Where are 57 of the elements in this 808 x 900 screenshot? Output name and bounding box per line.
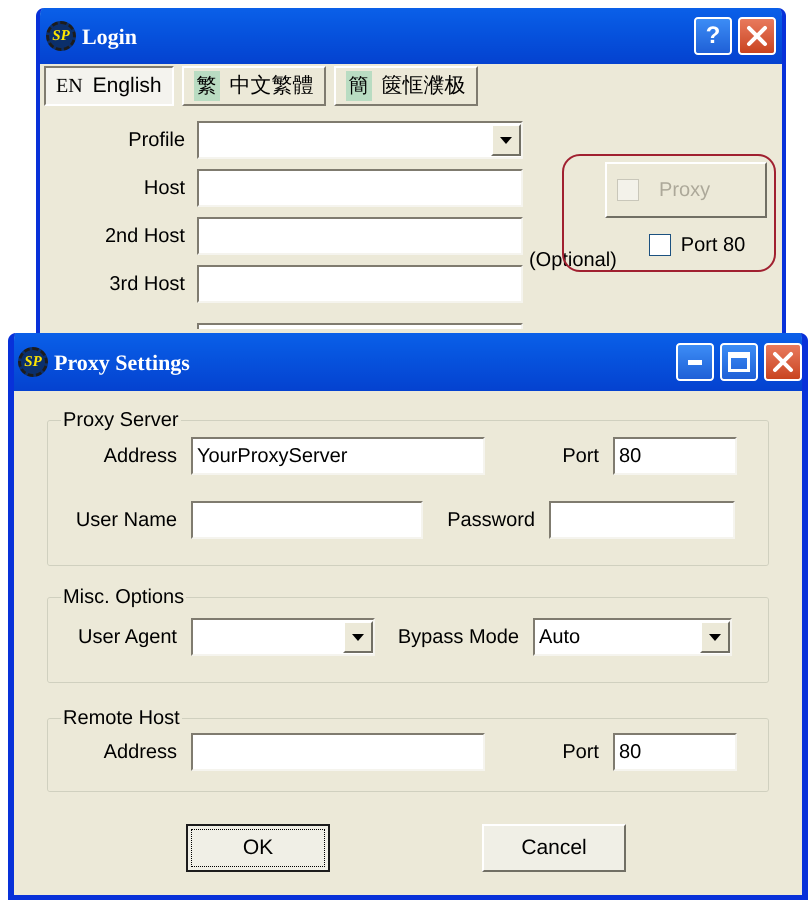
- close-button[interactable]: [738, 17, 776, 55]
- maximize-button[interactable]: [720, 343, 758, 381]
- close-icon: [746, 25, 768, 47]
- field-label: Port: [561, 444, 599, 469]
- dropdown-arrow-button[interactable]: [700, 621, 730, 653]
- field-label: Bypass Mode: [396, 625, 519, 650]
- field-label: 2nd Host: [104, 224, 185, 249]
- field-label: User Agent: [77, 625, 177, 650]
- dropdown-arrow-button[interactable]: [491, 124, 521, 156]
- group-title: Remote Host: [62, 706, 181, 731]
- window-title: Proxy Settings: [54, 348, 190, 377]
- help-button[interactable]: ?: [694, 17, 732, 55]
- dropdown-arrow-button[interactable]: [343, 621, 373, 653]
- field-label: User Name: [74, 508, 177, 533]
- field-label: Port: [561, 740, 599, 765]
- language-tab[interactable]: EN English: [44, 66, 174, 106]
- checkbox[interactable]: [648, 234, 671, 256]
- language-tab[interactable]: 繁 中文繁體: [182, 66, 326, 106]
- dialog-button[interactable]: Cancel: [482, 824, 626, 872]
- input-field[interactable]: [191, 501, 423, 539]
- input-field[interactable]: 80: [613, 437, 737, 475]
- field-label: Address: [102, 444, 177, 469]
- app-logo-icon: SP: [46, 21, 76, 51]
- language-code-label: 繁: [194, 71, 220, 101]
- input-field[interactable]: [549, 501, 735, 539]
- group-title: Proxy Server: [62, 408, 180, 433]
- field-label: Address: [102, 740, 177, 765]
- input-field[interactable]: 80: [613, 733, 737, 771]
- input-field[interactable]: YourProxyServer: [191, 437, 485, 475]
- window-title: Login: [82, 22, 138, 51]
- dropdown[interactable]: [197, 121, 523, 159]
- maximize-icon: [728, 352, 750, 372]
- minimize-button[interactable]: [676, 343, 714, 381]
- close-button[interactable]: [764, 343, 802, 381]
- group-title: Misc. Options: [62, 585, 186, 610]
- caret-icon: [500, 136, 512, 144]
- input-field[interactable]: [191, 733, 485, 771]
- input-field[interactable]: [197, 217, 523, 255]
- language-code-label: 簡: [346, 71, 372, 101]
- caret-icon: [352, 634, 364, 640]
- minimize-icon: [688, 360, 702, 364]
- field-label: Password: [446, 508, 535, 533]
- input-field[interactable]: [197, 323, 523, 329]
- input-field[interactable]: [197, 169, 523, 207]
- dropdown[interactable]: Auto: [533, 618, 732, 656]
- caret-icon: [709, 634, 721, 640]
- close-icon: [772, 351, 794, 373]
- field-label: Host: [142, 176, 185, 201]
- field-label: 3rd Host: [108, 272, 185, 297]
- language-tab[interactable]: 簡 篋恇濮极: [334, 66, 478, 106]
- field-label: Profile: [127, 128, 185, 153]
- dropdown[interactable]: [191, 618, 375, 656]
- app-logo-icon: SP: [18, 347, 48, 377]
- input-field[interactable]: [197, 265, 523, 303]
- checkbox-label: Port 80: [680, 233, 746, 258]
- dialog-button[interactable]: OK: [186, 824, 330, 872]
- language-code-label: EN: [56, 74, 83, 99]
